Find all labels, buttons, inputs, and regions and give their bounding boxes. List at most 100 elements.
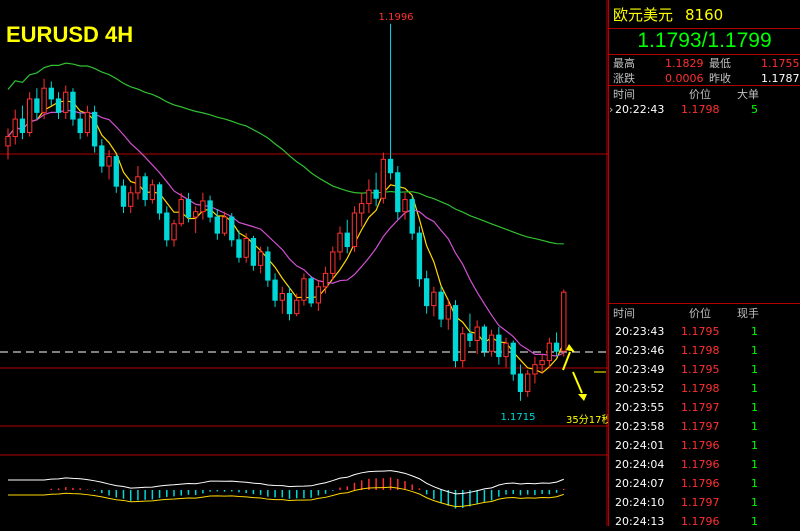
tick-row[interactable]: 20:24:04 1.1796 1: [609, 455, 800, 474]
arrow-down-head-icon: [578, 394, 587, 401]
tick-price: 1.1796: [681, 458, 720, 471]
instrument-header: 欧元美元 8160: [609, 2, 800, 29]
arrow-up-head-icon: [566, 344, 575, 352]
macd-dif-line: [8, 470, 564, 495]
candle-body: [294, 299, 300, 315]
tick-row[interactable]: 20:23:49 1.1795 1: [609, 360, 800, 379]
candle-body: [402, 199, 408, 213]
candle-body: [156, 184, 163, 214]
candle-body: [510, 342, 516, 375]
candle-body: [236, 239, 242, 258]
tick-row[interactable]: 20:24:10 1.1797 1: [609, 493, 800, 512]
candlestick-chart: 1.1996 1.1715 35分17秒: [0, 0, 608, 526]
candle-body: [200, 200, 206, 213]
candle-body: [106, 156, 112, 167]
tick-price: 1.1796: [681, 439, 720, 452]
instrument-code: 8160: [685, 6, 724, 24]
bid-ask-quote: 1.1793/1.1799: [609, 28, 800, 55]
tick-header-qty: 现手: [737, 307, 759, 320]
tick-row[interactable]: 20:23:55 1.1797 1: [609, 398, 800, 417]
candle-body: [41, 87, 47, 113]
high-price-label: 1.1996: [379, 12, 414, 23]
tick-row[interactable]: 20:23:58 1.1797 1: [609, 417, 800, 436]
tick-price: 1.1796: [681, 477, 720, 490]
candle-body: [250, 237, 257, 266]
candle-body: [229, 216, 235, 241]
candle-body: [12, 118, 18, 138]
candle-body: [546, 342, 553, 362]
tick-price: 1.1797: [681, 496, 720, 509]
candle-body: [423, 278, 430, 307]
candle-body: [185, 199, 192, 218]
candle-body: [272, 279, 278, 301]
big-trade-row[interactable]: › 20:22:43 1.1798 5: [609, 102, 800, 117]
chart-grid: [0, 0, 608, 526]
countdown-label: 35分17秒: [566, 413, 608, 426]
tick-qty: 1: [751, 382, 758, 395]
prev-close-label: 昨收: [709, 72, 731, 85]
tick-row[interactable]: 20:23:52 1.1798 1: [609, 379, 800, 398]
candle-body: [409, 199, 415, 234]
tick-qty: 1: [751, 458, 758, 471]
candle-body: [488, 334, 495, 352]
candle-body: [128, 192, 134, 207]
tick-time: 20:23:52: [615, 382, 665, 395]
stats-row-high-low: 最高 1.1829 最低 1.1755: [609, 56, 800, 71]
low-label: 最低: [709, 57, 731, 70]
tick-qty: 1: [751, 325, 758, 338]
big-trade-time: 20:22:43: [615, 103, 665, 116]
candle-body: [164, 212, 170, 241]
candle-body: [474, 326, 480, 341]
candle-body: [257, 251, 264, 266]
tick-time: 20:23:58: [615, 420, 665, 433]
tick-row[interactable]: 20:24:01 1.1796 1: [609, 436, 800, 455]
tick-time: 20:23:49: [615, 363, 665, 376]
ticks-divider: [609, 303, 800, 304]
quote-panel: 欧元美元 8160 1.1793/1.1799 最高 1.1829 最低 1.17…: [608, 0, 800, 528]
tick-price: 1.1798: [681, 344, 720, 357]
prev-close-value: 1.1787: [761, 72, 800, 85]
tick-time: 20:24:04: [615, 458, 665, 471]
tick-qty: 1: [751, 477, 758, 490]
big-trades-header-time: 时间: [613, 88, 635, 101]
candle-body: [178, 199, 184, 225]
candle-body: [63, 91, 69, 113]
candle-body: [221, 216, 228, 234]
tick-row[interactable]: 20:24:13 1.1796 1: [609, 512, 800, 531]
tick-header: 时间 价位 现手: [609, 306, 800, 322]
tick-time: 20:24:01: [615, 439, 665, 452]
tick-qty: 1: [751, 401, 758, 414]
ma-mid-line: [7, 109, 565, 357]
tick-qty: 1: [751, 515, 758, 528]
chart-title: EURUSD 4H: [6, 22, 134, 47]
candle-body: [481, 326, 488, 352]
candle-body: [120, 185, 127, 207]
tick-qty: 1: [751, 363, 758, 376]
candle-body: [344, 232, 350, 248]
macd-panel: [8, 470, 565, 509]
candle-body: [539, 360, 545, 366]
tick-time: 20:23:55: [615, 401, 665, 414]
candle-body: [34, 98, 40, 113]
candles: [5, 23, 567, 401]
low-value: 1.1755: [761, 57, 800, 70]
tick-row[interactable]: 20:24:07 1.1796 1: [609, 474, 800, 493]
candle-body: [467, 333, 473, 341]
candle-body: [561, 291, 567, 352]
high-value: 1.1829: [665, 57, 704, 70]
tick-row[interactable]: 20:23:46 1.1798 1: [609, 341, 800, 360]
tick-row[interactable]: 20:23:43 1.1795 1: [609, 322, 800, 341]
big-trades-header-price: 价位: [689, 88, 711, 101]
stats-block: 最高 1.1829 最低 1.1755 涨跌 0.0006 昨收 1.1787: [609, 56, 800, 86]
candle-body: [373, 189, 379, 199]
candle-body: [438, 291, 444, 320]
candle-body: [214, 216, 220, 234]
candle-body: [308, 278, 314, 304]
candle-body: [337, 232, 343, 253]
change-label: 涨跌: [613, 72, 635, 85]
candle-body: [142, 176, 148, 201]
tick-price: 1.1796: [681, 515, 720, 528]
tick-qty: 1: [751, 420, 758, 433]
candle-body: [532, 364, 538, 375]
candle-body: [301, 278, 307, 301]
